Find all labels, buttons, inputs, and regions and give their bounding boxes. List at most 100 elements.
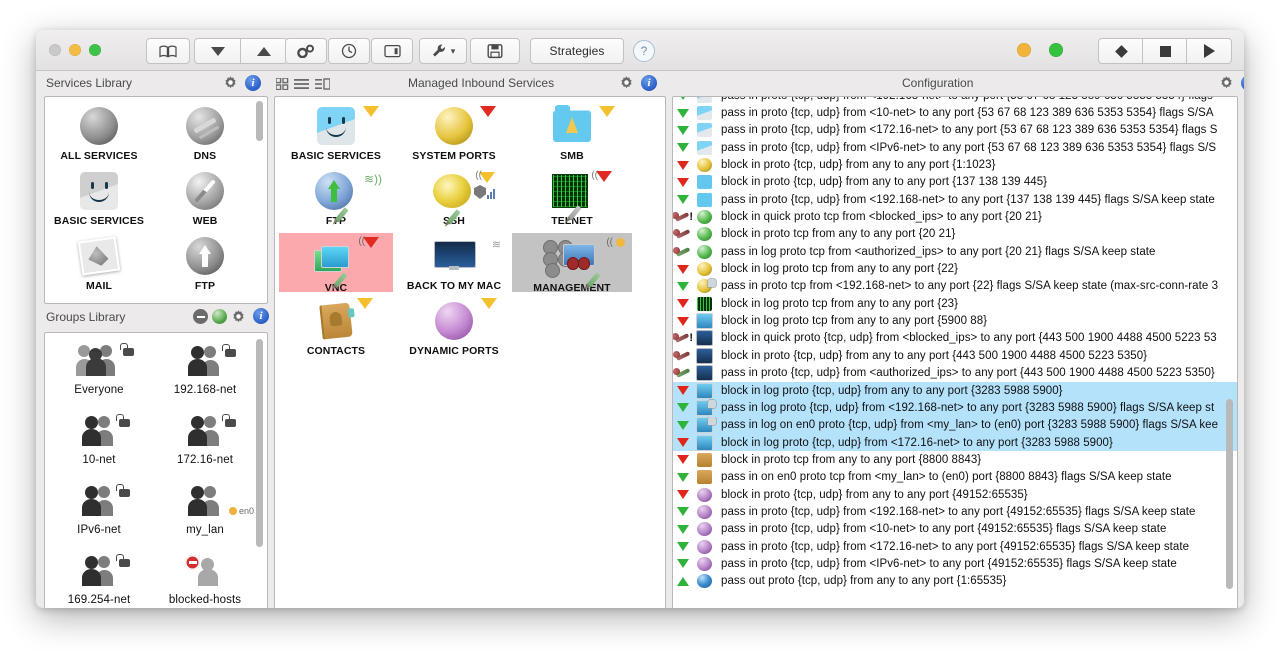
config-info-icon[interactable]: i xyxy=(1241,75,1244,91)
pause-button[interactable] xyxy=(1098,38,1143,64)
configuration-row[interactable]: pass in proto {tcp, udp} from <192.168-n… xyxy=(673,97,1237,104)
move-up-button[interactable] xyxy=(240,38,288,64)
configuration-row[interactable]: block in log proto tcp from any to any p… xyxy=(673,260,1237,277)
configuration-row[interactable]: block in log proto {tcp, udp} from any t… xyxy=(673,381,1237,400)
configuration-row[interactable]: pass in proto {tcp, udp} from <IPv6-net>… xyxy=(673,139,1237,156)
group-ipv6-net[interactable]: IPv6-net xyxy=(49,477,149,536)
view-list-icon[interactable] xyxy=(294,77,309,95)
services-scrollbar[interactable] xyxy=(253,99,266,301)
configuration-row[interactable]: ! block in quick proto {tcp, udp} from <b… xyxy=(673,330,1237,347)
save-button[interactable] xyxy=(470,38,520,64)
configuration-row[interactable]: pass in proto {tcp, udp} from <IPv6-net>… xyxy=(673,555,1237,572)
shield-bars-icon xyxy=(474,185,495,199)
configuration-row[interactable]: pass in proto {tcp, udp} from <authorize… xyxy=(673,365,1237,382)
configuration-row[interactable]: pass in log on en0 proto {tcp, udp} from… xyxy=(673,416,1237,434)
configuration-list[interactable]: pass in proto {tcp, udp} from <192.168-n… xyxy=(673,97,1237,608)
services-info-icon[interactable]: i xyxy=(245,75,261,91)
gears-button[interactable] xyxy=(285,38,327,64)
panel-toggle-button[interactable] xyxy=(371,38,413,64)
configuration-row[interactable]: pass in log proto tcp from <authorized_i… xyxy=(673,243,1237,260)
group-172-16-net[interactable]: 172.16-net xyxy=(155,407,255,466)
globe-group-icon[interactable] xyxy=(212,309,227,324)
wifi-icon: (( xyxy=(591,170,598,181)
configuration-row[interactable]: block in proto {tcp, udp} from any to an… xyxy=(673,486,1237,503)
configuration-row[interactable]: pass in on en0 proto tcp from <my_lan> t… xyxy=(673,469,1237,486)
configuration-row[interactable]: block in log proto tcp from any to any p… xyxy=(673,312,1237,330)
group-everyone[interactable]: Everyone xyxy=(49,337,149,396)
configuration-row[interactable]: pass in proto {tcp, udp} from <172.16-ne… xyxy=(673,122,1237,139)
stop-button[interactable] xyxy=(1142,38,1187,64)
inbound-contacts[interactable]: CONTACTS xyxy=(281,298,391,357)
group-label: 169.254-net xyxy=(67,594,131,606)
inbound-system-ports[interactable]: SYSTEM PORTS xyxy=(399,103,509,162)
book-button[interactable] xyxy=(146,38,190,64)
inbound-ssh[interactable]: (( SSH xyxy=(399,168,509,227)
service-mail[interactable]: MAIL xyxy=(49,233,149,292)
configuration-row[interactable]: pass in proto tcp from <192.168-net> to … xyxy=(673,278,1237,295)
managed-gear-icon[interactable] xyxy=(619,75,634,90)
configuration-row[interactable]: pass in proto {tcp, udp} from <10-net> t… xyxy=(673,104,1237,121)
configuration-row[interactable]: block in proto {tcp, udp} from any to an… xyxy=(673,156,1237,173)
configuration-row[interactable]: pass out proto {tcp, udp} from any to an… xyxy=(673,573,1237,590)
inbound-dynamic-ports[interactable]: DYNAMIC PORTS xyxy=(399,298,509,357)
imac-icon: ≋ xyxy=(399,233,509,279)
configuration-row[interactable]: block in proto {tcp, udp} from any to an… xyxy=(673,174,1237,191)
config-gear-icon[interactable] xyxy=(1219,75,1234,90)
help-button[interactable]: ? xyxy=(633,40,655,62)
groups-gear-icon[interactable] xyxy=(231,309,246,324)
service-all-services[interactable]: ALL SERVICES xyxy=(49,103,149,162)
configuration-row[interactable]: pass in proto {tcp, udp} from <10-net> t… xyxy=(673,521,1237,538)
configuration-row[interactable]: block in proto tcp from any to any port … xyxy=(673,226,1237,243)
groups-scrollbar[interactable] xyxy=(253,335,266,608)
finder-icon xyxy=(281,103,391,149)
strategies-button[interactable]: Strategies xyxy=(530,38,624,64)
status-dot-yellow xyxy=(616,238,625,247)
configuration-row[interactable]: pass in proto {tcp, udp} from <172.16-ne… xyxy=(673,538,1237,555)
configuration-row[interactable]: block in proto tcp from any to any port … xyxy=(673,451,1237,468)
zoom-button[interactable] xyxy=(89,44,101,56)
configuration-row[interactable]: pass in proto {tcp, udp} from <192.168-n… xyxy=(673,503,1237,520)
configuration-row[interactable]: block in proto {tcp, udp} from any to an… xyxy=(673,347,1237,364)
groups-library-grid: Everyone 192.168-net 10-net 172.16-net I… xyxy=(45,333,267,608)
service-web[interactable]: WEB xyxy=(155,168,255,227)
move-down-button[interactable] xyxy=(194,38,241,64)
group-192-168-net[interactable]: 192.168-net xyxy=(155,337,255,396)
inbound-management[interactable]: (( MANAGEMENT xyxy=(512,233,632,294)
group-blocked-hosts[interactable]: blocked-hosts xyxy=(155,547,255,606)
services-gear-icon[interactable] xyxy=(223,75,238,90)
service-ftp[interactable]: FTP xyxy=(155,233,255,292)
inbound-telnet[interactable]: (( TELNET xyxy=(517,168,627,227)
group-my-lan[interactable]: en0 my_lan xyxy=(155,477,255,536)
minimize-button[interactable] xyxy=(69,44,81,56)
service-dns[interactable]: DNS xyxy=(155,103,255,162)
configuration-scrollbar[interactable] xyxy=(1223,99,1236,608)
configuration-row[interactable]: block in log proto {tcp, udp} from <172.… xyxy=(673,433,1237,452)
diamond-icon xyxy=(1114,44,1128,58)
view-grid-icon[interactable] xyxy=(275,77,289,95)
group-10-net[interactable]: 10-net xyxy=(49,407,149,466)
tools-button[interactable]: ▾ xyxy=(419,38,467,64)
view-columns-icon[interactable] xyxy=(315,77,331,95)
configuration-row[interactable]: ! block in quick proto tcp from <blocked_… xyxy=(673,208,1237,225)
group-169-254-net[interactable]: 169.254-net xyxy=(49,547,149,606)
inbound-smb[interactable]: SMB xyxy=(517,103,627,162)
configuration-row[interactable]: pass in log proto {tcp, udp} from <192.1… xyxy=(673,399,1237,417)
service-icon xyxy=(693,106,715,121)
managed-inbound-title: Managed Inbound Services xyxy=(408,76,555,90)
groups-info-icon[interactable]: i xyxy=(253,308,269,324)
block-down-arrow-icon xyxy=(673,264,693,274)
configuration-row[interactable]: block in log proto tcp from any to any p… xyxy=(673,295,1237,312)
remove-group-icon[interactable] xyxy=(193,309,208,324)
inbound-basic-services[interactable]: BASIC SERVICES xyxy=(281,103,391,162)
start-button[interactable] xyxy=(1186,38,1232,64)
inbound-vnc[interactable]: (( VNC xyxy=(279,233,393,294)
configuration-row[interactable]: pass in proto {tcp, udp} from <192.168-n… xyxy=(673,191,1237,208)
inbound-ftp[interactable]: ≋)) FTP xyxy=(281,168,391,227)
service-basic-services[interactable]: BASIC SERVICES xyxy=(49,168,149,227)
managed-info-icon[interactable]: i xyxy=(641,75,657,91)
clock-button[interactable] xyxy=(328,38,370,64)
inbound-back-to-my-mac[interactable]: ≋ BACK TO MY MAC xyxy=(399,233,509,292)
close-button[interactable] xyxy=(49,44,61,56)
rule-text: pass out proto {tcp, udp} from any to an… xyxy=(721,575,1007,588)
interface-label: en0 xyxy=(238,506,254,516)
